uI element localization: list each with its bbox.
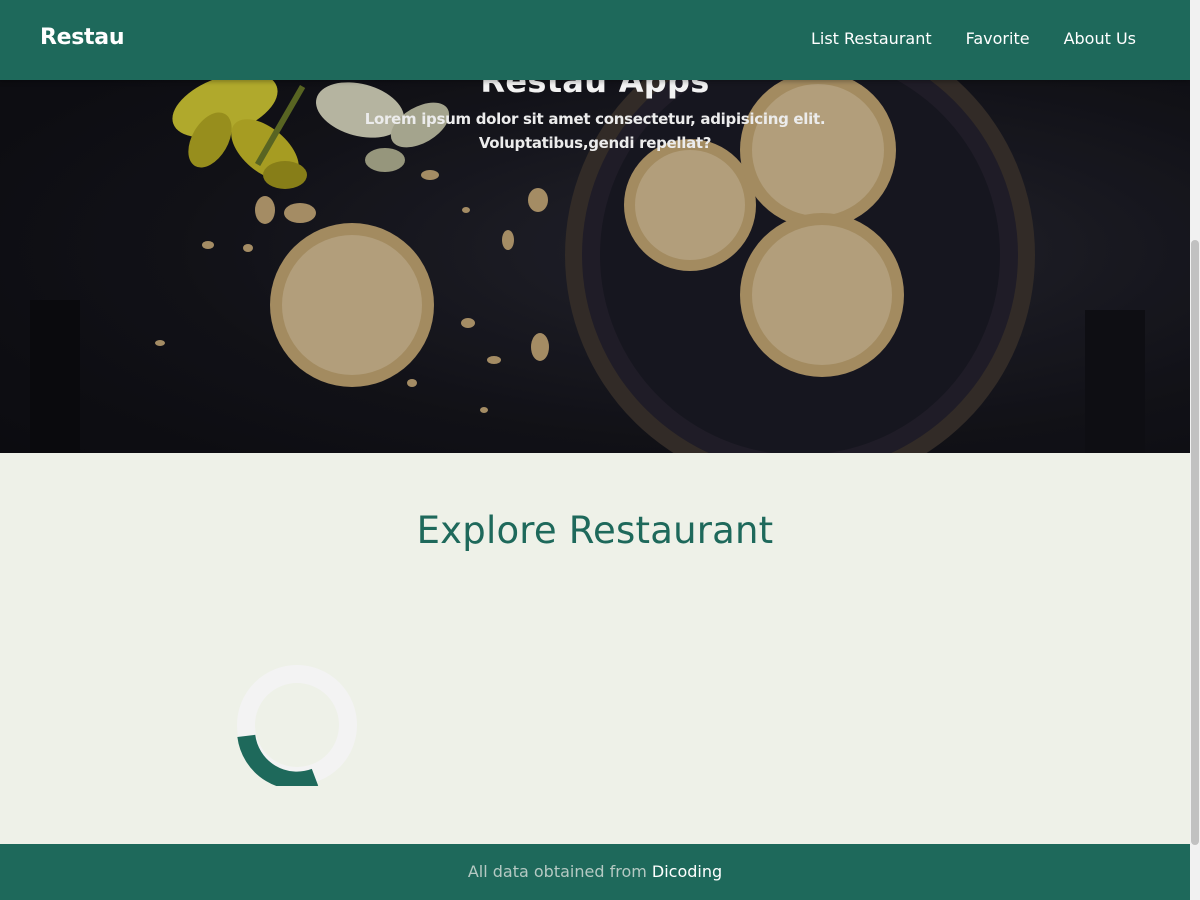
loading-spinner-icon [237,665,357,786]
nav-link-list-restaurant[interactable]: List Restaurant [811,29,932,48]
main-content: Explore Restaurant [0,453,1190,844]
nav-link-favorite[interactable]: Favorite [966,29,1030,48]
brand-logo[interactable]: Restau [40,25,124,50]
hero-subtitle: Lorem ipsum dolor sit amet consectetur, … [364,110,826,152]
footer: All data obtained from Dicoding [0,844,1190,900]
section-title: Explore Restaurant [416,509,774,552]
footer-link-dicoding[interactable]: Dicoding [652,862,722,881]
navbar: Restau List Restaurant Favorite About Us [0,0,1190,80]
footer-text: All data obtained from [467,862,652,881]
nav-menu: List Restaurant Favorite About Us [811,29,1136,48]
scrollbar-thumb[interactable] [1191,240,1199,845]
page: Restau Apps Lorem ipsum dolor sit amet c… [0,0,1200,900]
nav-link-about-us[interactable]: About Us [1064,29,1136,48]
